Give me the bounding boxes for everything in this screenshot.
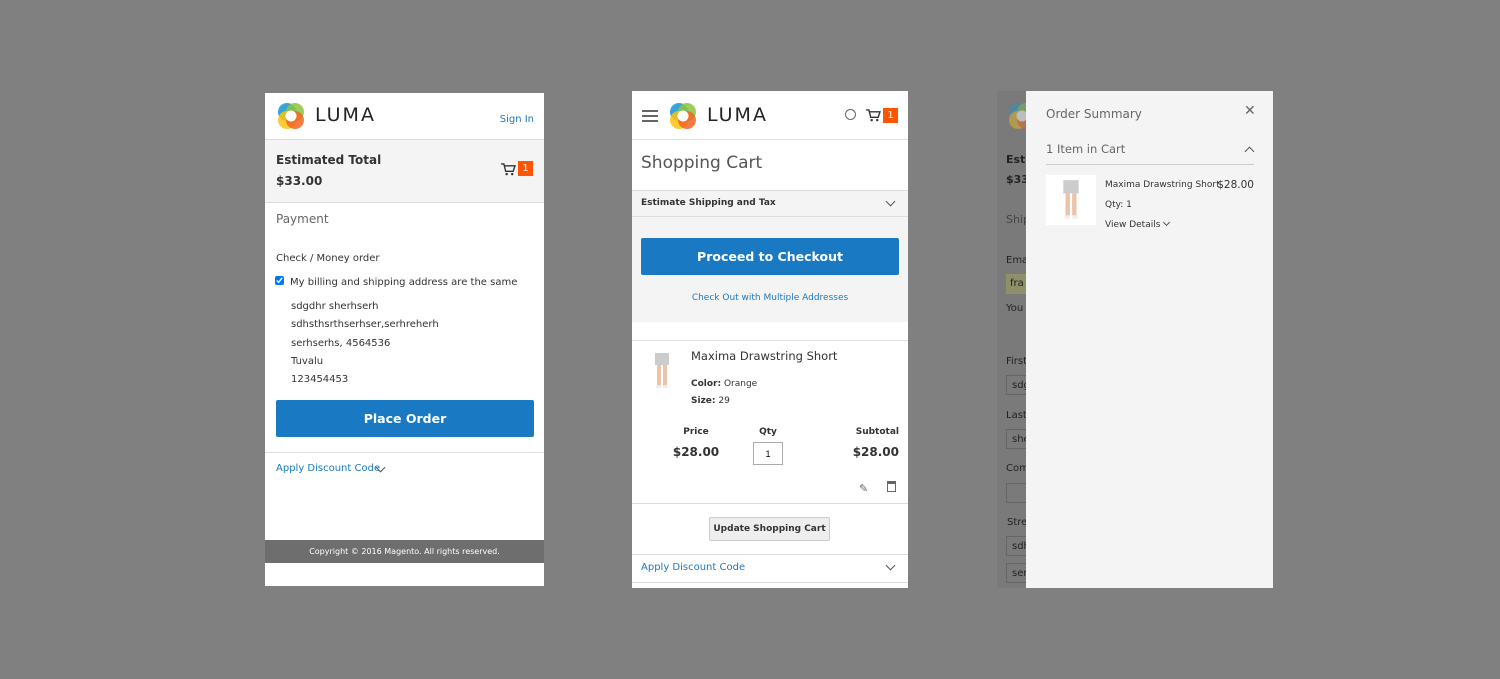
chevron-down-icon (885, 196, 896, 207)
close-icon[interactable]: ✕ (1244, 103, 1256, 119)
apply-discount-link[interactable]: Apply Discount Code (276, 463, 380, 474)
estimate-shipping-toggle[interactable]: Estimate Shipping and Tax (632, 190, 908, 217)
cart-icon[interactable] (501, 163, 516, 176)
qty-label: Qty (759, 427, 777, 437)
sign-in-link[interactable]: Sign In (500, 114, 534, 125)
bg-text: First (1006, 356, 1028, 367)
divider (632, 503, 908, 504)
bg-text: You (1006, 303, 1024, 314)
page-title: Shopping Cart (641, 153, 763, 173)
proceed-to-checkout-button[interactable]: Proceed to Checkout (641, 238, 899, 275)
luma-logo[interactable] (276, 101, 306, 131)
checkout-screen: LUMA Sign In Estimated Total $33.00 1 Pa… (265, 93, 544, 586)
panel-title: Order Summary (1046, 107, 1142, 121)
divider (632, 139, 908, 140)
luma-logo[interactable] (668, 101, 698, 131)
delete-icon[interactable] (887, 481, 896, 492)
billing-address: sdgdhr sherhserh sdhsthsrthserhser,serhr… (291, 298, 439, 389)
price-value: $28.00 (672, 445, 720, 459)
order-summary-screen: Esti $33 Ship Ema fra You First sdg Last… (997, 91, 1273, 588)
product-thumbnail[interactable] (652, 349, 672, 393)
product-size: Size: 29 (691, 396, 730, 406)
cart-count-badge: 1 (518, 161, 533, 176)
cart-screen: LUMA 1 Shopping Cart Estimate Shipping a… (632, 91, 908, 588)
color-label: Color: (691, 379, 722, 389)
items-in-cart-toggle[interactable]: 1 Item in Cart (1046, 142, 1125, 156)
address-line: sdhsthsrthserhser,serhreherh (291, 319, 439, 331)
chevron-down-icon[interactable] (1162, 218, 1171, 227)
order-summary-panel: Order Summary ✕ 1 Item in Cart Maxima Dr… (1026, 91, 1273, 588)
estimate-shipping-label: Estimate Shipping and Tax (641, 198, 776, 208)
address-line: Tuvalu (291, 355, 324, 367)
product-qty: Qty: 1 (1105, 200, 1132, 210)
address-line: sdgdhr sherhserh (291, 301, 379, 312)
product-color: Color: Orange (691, 379, 757, 389)
address-line: serhserhs, 4564536 (291, 337, 391, 349)
divider (632, 554, 908, 555)
footer: Copyright © 2016 Magento. All rights res… (265, 540, 544, 563)
qty-input[interactable] (753, 442, 783, 465)
menu-icon[interactable] (642, 110, 658, 122)
size-value: 29 (718, 396, 730, 406)
address-line: 123454453 (291, 374, 349, 386)
product-price: $28.00 (1217, 179, 1254, 191)
payment-method: Check / Money order (276, 253, 380, 264)
bg-text: Ema (1006, 255, 1029, 266)
divider (265, 452, 544, 453)
product-thumbnail (1046, 175, 1096, 225)
brand-name: LUMA (707, 104, 768, 126)
view-details-toggle[interactable]: View Details (1105, 220, 1160, 230)
payment-title: Payment (276, 212, 329, 226)
search-icon[interactable] (845, 109, 856, 120)
bg-text: Stre (1007, 517, 1028, 528)
divider (632, 340, 908, 341)
product-name[interactable]: Maxima Drawstring Short (691, 349, 837, 363)
cart-count-badge: 1 (883, 108, 898, 123)
background-page: Esti $33 Ship Ema fra You First sdg Last… (997, 139, 1031, 588)
update-cart-button[interactable]: Update Shopping Cart (709, 517, 830, 541)
divider (1046, 164, 1254, 165)
chevron-up-icon[interactable] (1244, 146, 1255, 157)
estimated-total-value: $33.00 (276, 174, 323, 188)
size-label: Size: (691, 396, 716, 406)
multiple-addresses-link[interactable]: Check Out with Multiple Addresses (632, 293, 908, 303)
divider (632, 582, 908, 583)
color-value: Orange (723, 379, 758, 389)
brand-name: LUMA (315, 104, 376, 126)
estimated-total-block: Estimated Total $33.00 1 (265, 139, 544, 203)
subtotal-label: Subtotal (855, 427, 899, 437)
product-name: Maxima Drawstring Short (1105, 180, 1220, 190)
apply-discount-link[interactable]: Apply Discount Code (641, 562, 745, 573)
estimated-total-label: Estimated Total (276, 153, 382, 167)
cart-icon[interactable] (866, 109, 881, 122)
same-address-checkbox[interactable] (275, 276, 284, 285)
place-order-button[interactable]: Place Order (276, 400, 534, 437)
edit-icon[interactable]: ✎ (859, 482, 868, 495)
bg-text: Last (1006, 410, 1027, 421)
chevron-down-icon[interactable] (885, 560, 896, 571)
same-address-label: My billing and shipping address are the … (290, 277, 518, 288)
subtotal-value: $28.00 (852, 445, 899, 459)
price-label: Price (683, 427, 709, 437)
